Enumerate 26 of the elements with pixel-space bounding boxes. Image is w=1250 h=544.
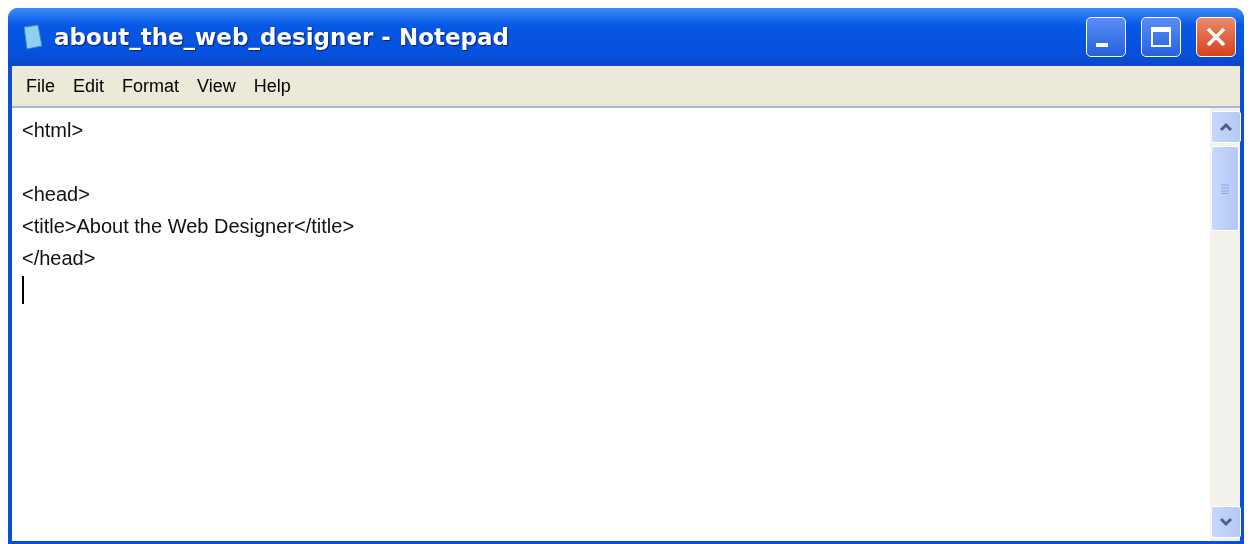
chevron-down-icon bbox=[1219, 517, 1233, 527]
scroll-thumb[interactable] bbox=[1211, 146, 1239, 231]
code-line: </head> bbox=[22, 246, 97, 271]
code-line: <title>About the Web Designer</title> bbox=[22, 214, 356, 239]
minimize-icon bbox=[1096, 43, 1108, 47]
code-line: <head> bbox=[22, 182, 91, 207]
chevron-up-icon bbox=[1219, 122, 1233, 132]
menu-item[interactable]: Help bbox=[245, 73, 299, 99]
maximize-icon bbox=[1150, 26, 1172, 48]
scroll-down-button[interactable] bbox=[1211, 506, 1241, 538]
minimize-button[interactable] bbox=[1086, 17, 1126, 57]
code-line: <html> bbox=[22, 118, 85, 143]
notepad-icon bbox=[22, 24, 44, 50]
menu-item[interactable]: Edit bbox=[65, 73, 113, 99]
vertical-scrollbar[interactable] bbox=[1210, 108, 1240, 541]
window-title: about_the_web_designer - Notepad bbox=[54, 24, 510, 50]
close-button[interactable] bbox=[1196, 17, 1236, 57]
scroll-up-button[interactable] bbox=[1211, 111, 1241, 143]
text-area[interactable]: <html> <head> <title>About the Web Designer</title> </head> bbox=[12, 108, 1240, 541]
menu-item[interactable]: View bbox=[189, 73, 244, 99]
close-icon bbox=[1204, 25, 1228, 49]
maximize-button[interactable] bbox=[1141, 17, 1181, 57]
grip-icon bbox=[1220, 183, 1230, 194]
text-caret bbox=[22, 276, 24, 304]
menu-item[interactable]: File bbox=[18, 73, 63, 99]
menu-item[interactable]: Format bbox=[114, 73, 188, 99]
